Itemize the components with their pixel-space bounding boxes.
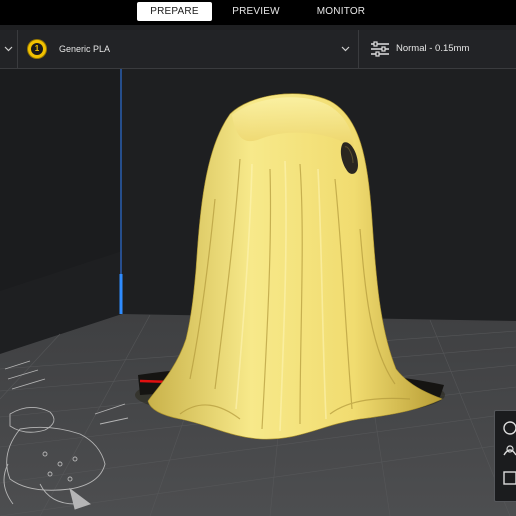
3d-viewport[interactable] [0, 69, 516, 516]
settings-sliders-icon [371, 41, 389, 57]
material-selector[interactable]: 1 Generic PLA [18, 30, 359, 68]
view-orientation-panel [494, 410, 516, 502]
view-top-icon[interactable] [499, 467, 516, 489]
build-volume-scene [0, 69, 516, 516]
stage-bar: PREPARE PREVIEW MONITOR [0, 0, 516, 25]
profile-label: Normal - 0.15mm [396, 43, 470, 54]
chevron-down-icon[interactable] [0, 30, 18, 68]
extruder-badge-icon: 1 [28, 40, 46, 58]
material-name: Generic PLA [59, 44, 111, 54]
view-3d-icon[interactable] [499, 417, 516, 439]
tab-prepare[interactable]: PREPARE [137, 2, 212, 21]
tab-monitor[interactable]: MONITOR [305, 2, 377, 21]
print-setup-bar: 1 Generic PLA Normal - 0.15mm [0, 30, 516, 69]
extruder-number: 1 [31, 43, 43, 55]
print-profile-selector[interactable]: Normal - 0.15mm [360, 30, 516, 68]
chevron-down-icon[interactable] [341, 30, 350, 68]
view-front-icon[interactable] [499, 441, 516, 463]
tab-preview[interactable]: PREVIEW [222, 2, 290, 21]
